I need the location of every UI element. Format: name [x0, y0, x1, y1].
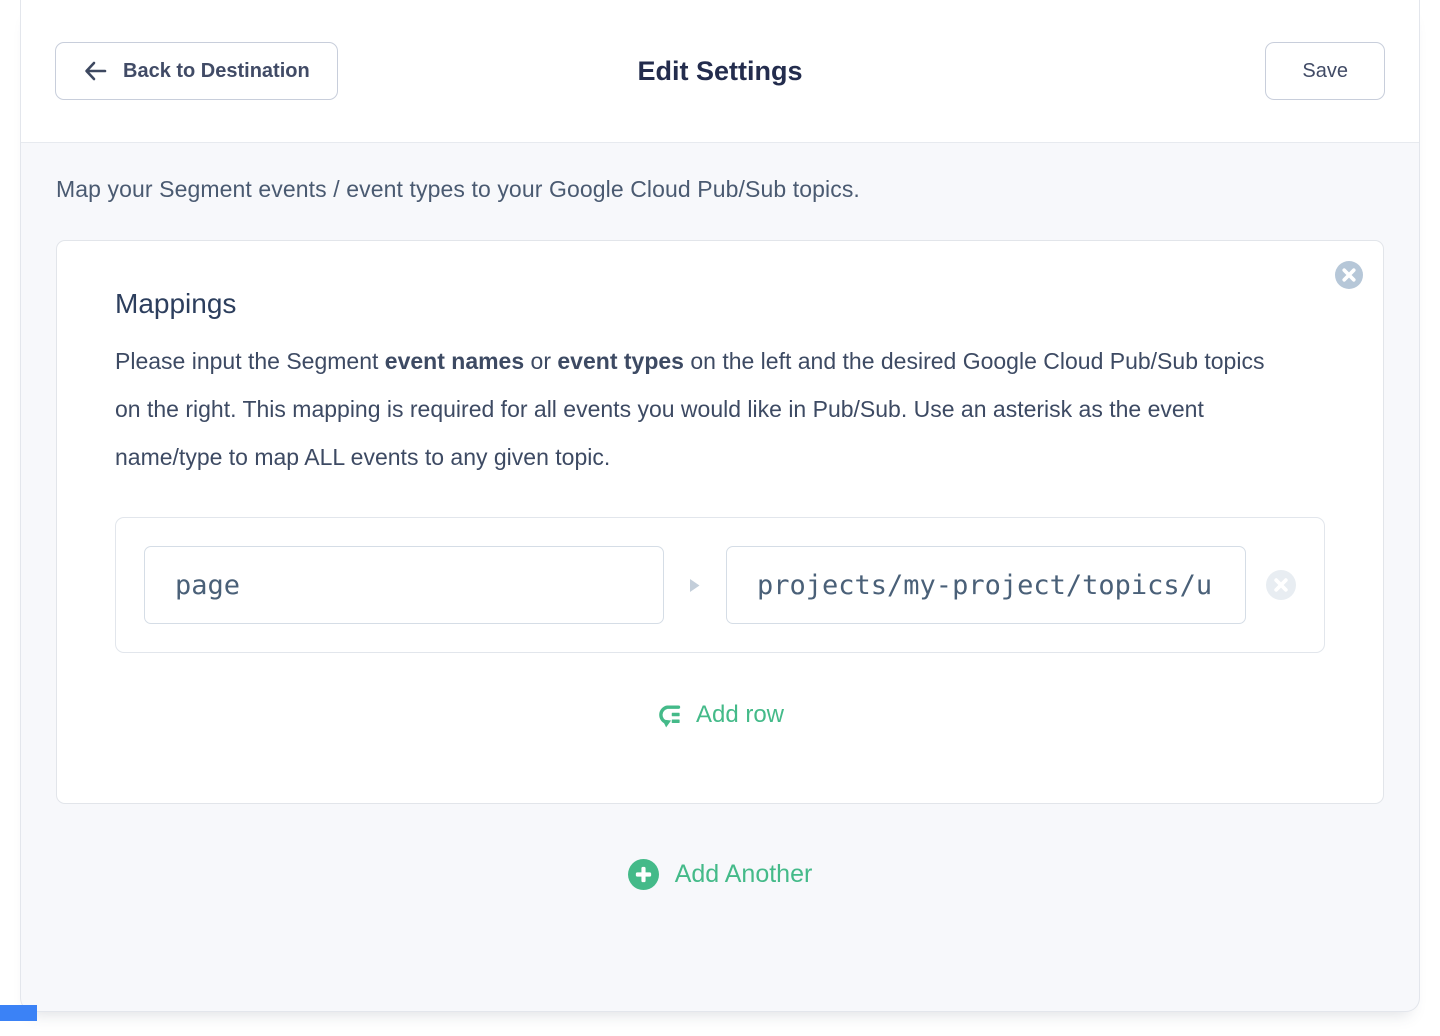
settings-content: Map your Segment events / event types to… [21, 143, 1419, 890]
close-icon [1335, 277, 1363, 292]
back-to-destination-button[interactable]: Back to Destination [55, 42, 338, 100]
add-another-label: Add Another [675, 860, 813, 889]
save-button[interactable]: Save [1265, 42, 1385, 100]
header-bar: Back to Destination Edit Settings Save [21, 0, 1419, 143]
remove-row-button[interactable] [1266, 570, 1296, 600]
arrow-right-icon [690, 579, 700, 592]
add-row-button[interactable]: Add row [115, 701, 1325, 729]
back-arrow-icon [83, 60, 108, 82]
mappings-card: Mappings Please input the Segment event … [56, 240, 1384, 804]
card-description: Please input the Segment event names or … [115, 337, 1280, 481]
mapping-row [115, 517, 1325, 653]
back-button-label: Back to Destination [123, 60, 310, 83]
plus-icon [628, 859, 659, 890]
intro-text: Map your Segment events / event types to… [56, 176, 1384, 203]
event-name-input[interactable] [144, 546, 664, 624]
topic-input[interactable] [726, 546, 1246, 624]
settings-window: Back to Destination Edit Settings Save M… [20, 0, 1420, 1012]
add-another-button[interactable]: Add Another [56, 859, 1384, 890]
card-title: Mappings [115, 288, 1325, 320]
progress-bar [0, 1005, 37, 1021]
add-row-label: Add row [696, 701, 784, 729]
card-close-button[interactable] [1335, 261, 1363, 289]
remove-row-icon [1266, 588, 1296, 603]
add-row-icon [656, 702, 683, 729]
